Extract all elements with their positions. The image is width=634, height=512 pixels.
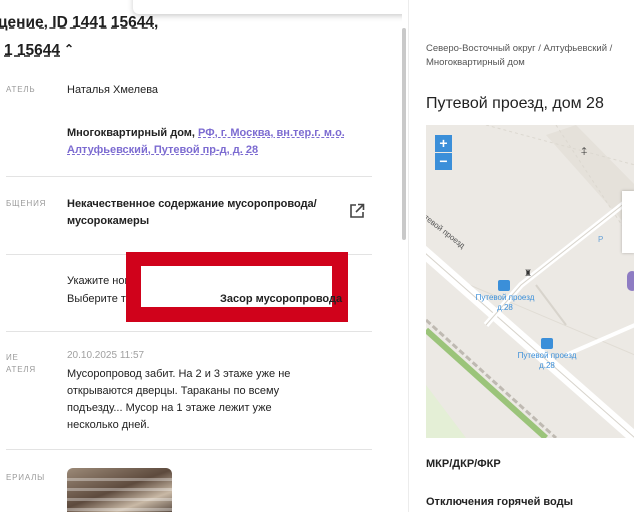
author-value: Наталья Хмелева — [67, 84, 159, 96]
topic-label: БЩЕНИЯ — [6, 199, 47, 208]
map-popup-edge — [622, 191, 634, 253]
dropdown-popup — [133, 0, 402, 14]
map-widget[interactable]: + − ⍏ тевой проезд ♜ P Путевой проезд д.… — [426, 125, 634, 438]
description-text: Мусоропровод забит. На 2 и 3 этаже уже н… — [67, 368, 291, 431]
description-label: ИЕ АТЕЛЯ — [6, 353, 36, 374]
description-date: 20.10.2025 11:57 — [67, 350, 145, 361]
divider — [6, 449, 372, 450]
tower-icon: ♜ — [524, 268, 533, 278]
monument-icon: ⍏ — [581, 146, 588, 158]
author-label: АТЕЛЬ — [6, 85, 36, 94]
object-info-panel: Северо-Восточный округ / Алтуфьевский / … — [408, 0, 634, 512]
bus-stop-label: Путевой проезд д.28 — [517, 351, 577, 370]
divider — [6, 176, 372, 177]
zoom-in-button[interactable]: + — [435, 135, 452, 152]
bus-stop-icon[interactable] — [541, 338, 553, 349]
appeal-id: 1 15644 — [4, 42, 61, 59]
topic-value: Некачественное содержание мусоропровода/… — [67, 198, 317, 227]
hot-water-section-title: Отключения горячей воды — [426, 496, 573, 508]
map-canvas — [426, 125, 634, 438]
bus-stop-label: Путевой проезд д.28 — [475, 293, 535, 312]
map-marker[interactable] — [627, 271, 634, 291]
bus-stop-icon[interactable] — [498, 280, 510, 291]
divider — [6, 331, 372, 332]
scrollbar[interactable] — [402, 28, 406, 240]
appeal-id-toggle[interactable]: 1 15644 ⌃ — [4, 42, 74, 60]
object-type: Многоквартирный дом, — [67, 127, 195, 139]
breadcrumb: Северо-Восточный округ / Алтуфьевский / … — [426, 43, 613, 68]
address-title: Путевой проезд, дом 28 — [426, 95, 604, 112]
problem-value: Засор мусоропровода — [220, 293, 343, 305]
attachment-photo[interactable] — [67, 468, 172, 512]
appeal-title: цение, ID 1441 15644, — [0, 14, 159, 31]
external-link-icon[interactable] — [349, 203, 365, 219]
object-value: Многоквартирный дом, РФ, г. Москва, вн.т… — [67, 125, 357, 159]
repair-section-title: МКР/ДКР/ФКР — [426, 458, 501, 470]
appeal-details-panel: цение, ID 1441 15644, 1 15644 ⌃ АТЕЛЬ Нат… — [0, 0, 402, 512]
zoom-out-button[interactable]: − — [435, 153, 452, 170]
materials-label: ЕРИАЛЫ — [6, 473, 46, 482]
parking-icon: P — [598, 235, 604, 244]
chevron-up-icon: ⌃ — [64, 42, 75, 56]
